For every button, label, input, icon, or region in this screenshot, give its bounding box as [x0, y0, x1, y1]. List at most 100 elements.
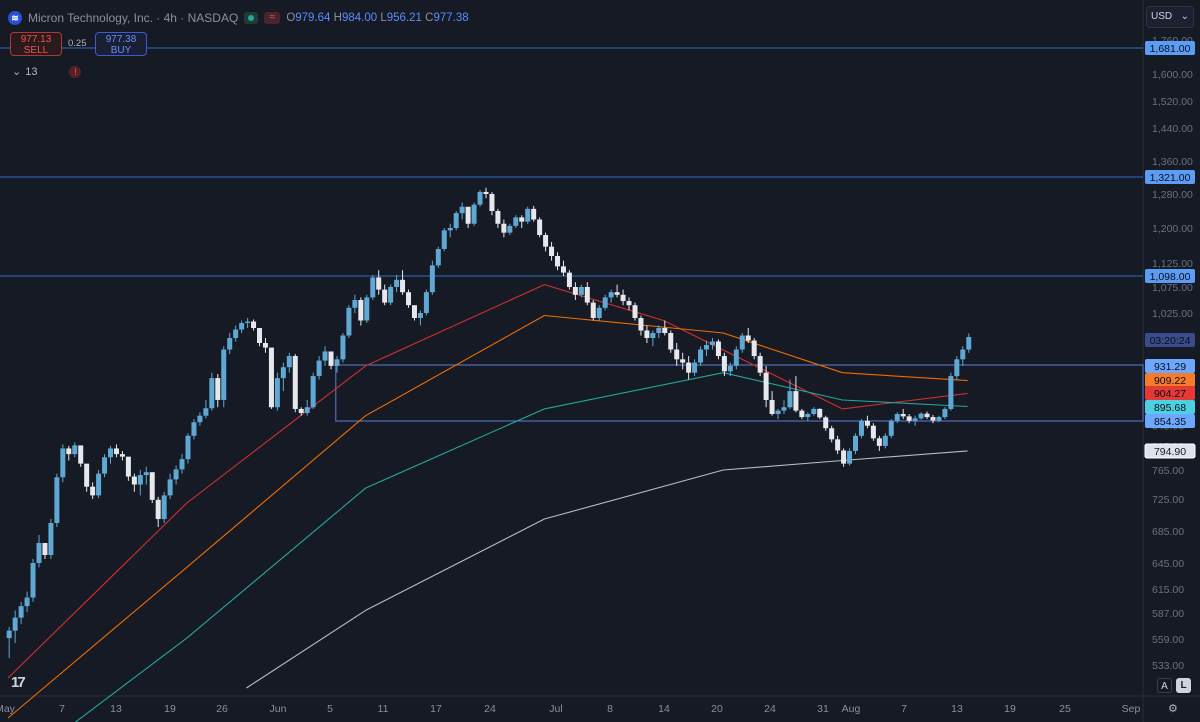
- indicator-count: 13: [25, 65, 38, 78]
- candle-body: [817, 408, 823, 418]
- price-tick-label: 533.00: [1152, 660, 1184, 672]
- log-scale-button[interactable]: L: [1176, 678, 1191, 693]
- candle-body: [829, 428, 835, 440]
- candle-body: [572, 287, 578, 295]
- candle-body: [334, 359, 340, 366]
- buy-label: BUY: [110, 45, 132, 56]
- candle-body: [477, 191, 483, 205]
- candle-body: [733, 349, 739, 366]
- gear-icon[interactable]: ⚙: [1168, 702, 1178, 715]
- time-tick-label: 13: [110, 703, 122, 715]
- candle-body: [620, 294, 626, 302]
- candle-body: [793, 391, 799, 411]
- candle-body: [24, 597, 30, 607]
- sell-label: SELL: [23, 45, 49, 56]
- candle-body: [590, 302, 596, 318]
- micron-logo-icon: ≋: [8, 11, 22, 25]
- price-label-text: 854.35: [1154, 416, 1186, 428]
- chevron-down-icon[interactable]: ⌄: [12, 65, 21, 78]
- candle-body: [686, 362, 692, 373]
- candle-body: [30, 563, 36, 598]
- sell-button[interactable]: 977.13 SELL: [10, 32, 62, 56]
- candle-body: [125, 456, 131, 477]
- candle-body: [763, 372, 769, 400]
- candle-body: [209, 378, 215, 409]
- time-tick-label: Jul: [549, 703, 562, 715]
- candle-body: [96, 473, 102, 496]
- tradingview-logo[interactable]: 17: [11, 674, 26, 691]
- candle-body: [364, 297, 370, 321]
- currency-select[interactable]: USD ⌄: [1146, 6, 1194, 28]
- candle-body: [239, 323, 245, 330]
- candle-body: [268, 347, 274, 408]
- candle-body: [894, 414, 900, 421]
- auto-scale-button[interactable]: A: [1157, 678, 1172, 693]
- candle-body: [698, 349, 704, 363]
- candle-body: [453, 213, 459, 228]
- candle-body: [811, 408, 817, 415]
- candle-body: [328, 351, 334, 366]
- candle-body: [578, 287, 584, 295]
- price-label-text: 909.22: [1154, 375, 1186, 387]
- price-tick-label: 1,280.00: [1152, 189, 1193, 201]
- candle-body: [805, 414, 811, 418]
- candle-body: [465, 206, 471, 224]
- candle-body: [769, 399, 775, 415]
- price-tick-label: 1,125.00: [1152, 258, 1193, 270]
- candle-body: [507, 225, 513, 233]
- candle-body: [173, 469, 179, 480]
- symbol-title[interactable]: Micron Technology, Inc. · 4h · NASDAQ: [28, 11, 238, 25]
- candle-body: [560, 266, 566, 273]
- range-box: [335, 364, 1144, 422]
- candle-body: [543, 235, 549, 247]
- candle-body: [900, 414, 906, 417]
- candle-body: [215, 378, 221, 400]
- wave-icon[interactable]: ≈: [264, 12, 281, 24]
- time-tick-label: May: [0, 703, 16, 715]
- candle-body: [960, 349, 966, 360]
- candle-body: [721, 356, 727, 372]
- grid: [0, 0, 1200, 722]
- candle-body: [668, 333, 674, 350]
- candle-body: [54, 477, 60, 523]
- time-tick-label: 31: [817, 703, 829, 715]
- candle-body: [936, 417, 942, 421]
- price-tick-label: 559.00: [1152, 634, 1184, 646]
- candle-body: [715, 341, 721, 357]
- indicators-toggle[interactable]: ⌄ 13 !: [12, 65, 82, 78]
- price-label-text: 1,321.00: [1150, 172, 1191, 184]
- candle-body: [608, 292, 614, 298]
- horizontal-levels: [0, 47, 1143, 277]
- candle-body: [692, 362, 698, 373]
- time-tick-label: 8: [607, 703, 613, 715]
- candle-body: [42, 543, 48, 555]
- ma-line: [7, 314, 968, 719]
- candle-body: [203, 408, 209, 416]
- candle-body: [78, 445, 84, 464]
- time-tick-label: 24: [484, 703, 496, 715]
- candle-body: [298, 408, 304, 413]
- candle-body: [6, 630, 12, 639]
- candle-body: [346, 307, 352, 336]
- candle-body: [656, 328, 662, 333]
- candle-body: [709, 341, 715, 345]
- candle-body: [251, 321, 257, 328]
- time-tick-label: 7: [901, 703, 907, 715]
- candle-body: [161, 495, 167, 519]
- price-tick-label: 1,520.00: [1152, 96, 1193, 108]
- currency-label: USD: [1151, 11, 1173, 22]
- candle-body: [221, 349, 227, 400]
- candle-body: [650, 333, 656, 338]
- buy-button[interactable]: 977.38 BUY: [95, 32, 147, 56]
- candle-body: [411, 305, 417, 318]
- warning-icon[interactable]: !: [69, 65, 82, 78]
- price-tick-label: 587.00: [1152, 608, 1184, 620]
- candle-body: [781, 407, 787, 411]
- candle-body: [310, 376, 316, 408]
- time-tick-label: 11: [378, 703, 389, 715]
- candle-body: [60, 448, 66, 478]
- price-chart[interactable]: 1,760.001,681.001,600.001,520.001,440.00…: [0, 0, 1200, 722]
- candle-body: [262, 343, 268, 348]
- candle-body: [12, 617, 18, 631]
- market-open-icon[interactable]: [244, 12, 259, 24]
